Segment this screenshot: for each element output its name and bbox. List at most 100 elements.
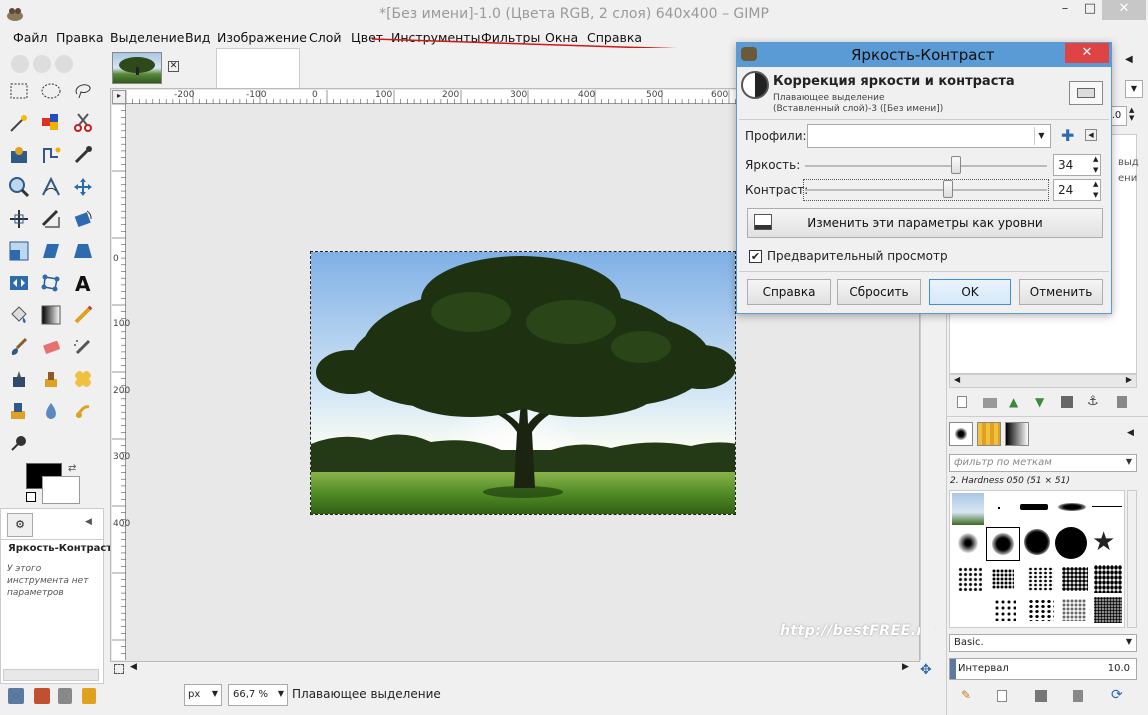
gradients-tab[interactable] — [1005, 422, 1029, 446]
brush-item[interactable] — [1028, 599, 1054, 621]
menu-file[interactable]: Файл — [13, 30, 48, 45]
layer-group-icon[interactable] — [983, 398, 997, 408]
unit-select[interactable]: px ▼ — [184, 684, 222, 706]
shear-icon[interactable] — [38, 238, 64, 264]
menu-select[interactable]: Выделение — [110, 30, 184, 45]
blend-icon[interactable] — [38, 302, 64, 328]
new-brush-icon[interactable] — [997, 690, 1007, 702]
brush-item[interactable] — [1062, 599, 1086, 621]
brush-item[interactable] — [1024, 529, 1050, 555]
fuzzy-select-icon[interactable] — [6, 110, 32, 136]
brightness-slider-track[interactable] — [805, 165, 1047, 167]
image-tab[interactable] — [216, 48, 300, 88]
reset-button[interactable]: Сбросить — [837, 279, 921, 305]
brush-item[interactable] — [998, 507, 1000, 509]
cancel-button[interactable]: Отменить — [1019, 279, 1103, 305]
mode-dropdown[interactable]: ▼ — [1125, 80, 1143, 98]
minimize-button[interactable]: – — [1052, 0, 1078, 20]
heal-icon[interactable] — [70, 366, 96, 392]
scroll-right-icon[interactable]: ▶ — [1126, 375, 1132, 384]
zoom-select[interactable]: 66,7 % ▼ — [228, 684, 288, 706]
tool-options-scrollbar[interactable] — [3, 669, 99, 681]
background-color-swatch[interactable] — [42, 476, 80, 504]
contrast-stepper[interactable]: ▲ ▼ — [1093, 179, 1098, 201]
brush-item[interactable] — [958, 567, 982, 591]
preview-checkbox[interactable]: ✔ — [749, 250, 762, 263]
close-tab-icon[interactable]: ✕ — [168, 61, 179, 72]
perspective-clone-icon[interactable] — [6, 398, 32, 424]
lasso-icon[interactable] — [70, 78, 96, 104]
edit-as-levels-button[interactable]: Изменить эти параметры как уровни — [747, 208, 1103, 238]
rect-select-icon[interactable] — [6, 78, 32, 104]
brush-item[interactable] — [1094, 597, 1122, 623]
spacing-slider[interactable]: Интервал 10.0 — [949, 658, 1137, 680]
eraser-icon[interactable] — [38, 334, 64, 360]
brush-item[interactable] — [952, 493, 984, 525]
preview-layer-button[interactable] — [1069, 81, 1103, 105]
brush-grid[interactable]: ★ — [949, 490, 1125, 628]
add-profile-icon[interactable]: ✚ — [1061, 126, 1074, 145]
menu-view[interactable]: Вид — [185, 30, 210, 45]
brush-item[interactable] — [1092, 506, 1122, 507]
tool-options-tab-icon[interactable]: ⚙ — [7, 513, 33, 537]
airbrush-icon[interactable] — [70, 334, 96, 360]
layers-hscrollbar[interactable]: ◀ ▶ — [949, 374, 1137, 388]
new-layer-icon[interactable] — [957, 396, 967, 408]
foreground-select-icon[interactable] — [6, 142, 32, 168]
image-thumbnail[interactable] — [112, 52, 162, 84]
brush-grid-scrollbar[interactable] — [1127, 490, 1137, 628]
clone-icon[interactable] — [38, 366, 64, 392]
scroll-right-icon[interactable]: ▶ — [902, 662, 909, 672]
menu-image[interactable]: Изображение — [217, 30, 307, 45]
perspective-icon[interactable] — [70, 238, 96, 264]
ok-button[interactable]: OK — [929, 279, 1011, 305]
select-by-color-icon[interactable] — [38, 110, 64, 136]
contrast-slider-track[interactable] — [805, 189, 1047, 191]
brightness-slider-knob[interactable] — [951, 156, 961, 174]
brush-item[interactable] — [958, 533, 978, 553]
bucket-fill-icon[interactable] — [6, 302, 32, 328]
blur-icon[interactable] — [38, 398, 64, 424]
canvas-image[interactable] — [310, 251, 736, 515]
brightness-stepper[interactable]: ▲ ▼ — [1093, 154, 1098, 176]
swap-colors-icon[interactable]: ⇄ — [68, 463, 76, 474]
scissors-icon[interactable] — [70, 110, 96, 136]
opacity-stepper[interactable]: ▲ ▼ — [1129, 106, 1134, 122]
delete-layer-icon[interactable] — [1117, 396, 1127, 408]
navigate-icon[interactable]: ✥ — [920, 662, 932, 678]
contrast-slider-knob[interactable] — [943, 180, 953, 198]
color-picker-icon[interactable] — [70, 142, 96, 168]
maximize-button[interactable]: □ — [1078, 0, 1102, 20]
patterns-tab[interactable] — [977, 422, 1001, 446]
brush-item[interactable] — [1055, 527, 1087, 559]
brush-item[interactable] — [1058, 503, 1086, 511]
save-options-icon[interactable] — [8, 688, 24, 704]
brush-item[interactable] — [1094, 565, 1122, 593]
brushes-tab[interactable] — [949, 422, 973, 446]
smudge-icon[interactable] — [70, 398, 96, 424]
brush-item[interactable]: ★ — [1092, 527, 1115, 557]
quick-mask-icon[interactable] — [114, 664, 124, 674]
panel-menu-icon[interactable]: ◀ — [1125, 54, 1133, 65]
quick-mask-corner-icon[interactable]: ▸ — [112, 90, 126, 104]
lower-layer-icon[interactable]: ▼ — [1035, 395, 1044, 409]
restore-options-icon[interactable] — [34, 688, 50, 704]
raise-layer-icon[interactable]: ▲ — [1009, 395, 1018, 409]
dodge-burn-icon[interactable] — [6, 430, 32, 456]
dialog-close-button[interactable]: ✕ — [1065, 43, 1109, 63]
delete-options-icon[interactable] — [58, 688, 72, 704]
duplicate-brush-icon[interactable] — [1035, 690, 1047, 702]
ellipse-select-icon[interactable] — [38, 78, 64, 104]
refresh-brushes-icon[interactable]: ⟳ — [1111, 687, 1123, 703]
text-icon[interactable]: A — [70, 270, 96, 296]
zoom-icon[interactable] — [6, 174, 32, 200]
cage-transform-icon[interactable] — [38, 270, 64, 296]
paths-icon[interactable] — [38, 142, 64, 168]
align-icon[interactable] — [6, 206, 32, 232]
brush-item[interactable] — [1062, 567, 1088, 591]
edit-brush-icon[interactable]: ✎ — [961, 688, 971, 702]
duplicate-layer-icon[interactable] — [1061, 396, 1073, 408]
flip-icon[interactable] — [6, 270, 32, 296]
move-icon[interactable] — [70, 174, 96, 200]
measure-icon[interactable] — [38, 174, 64, 200]
